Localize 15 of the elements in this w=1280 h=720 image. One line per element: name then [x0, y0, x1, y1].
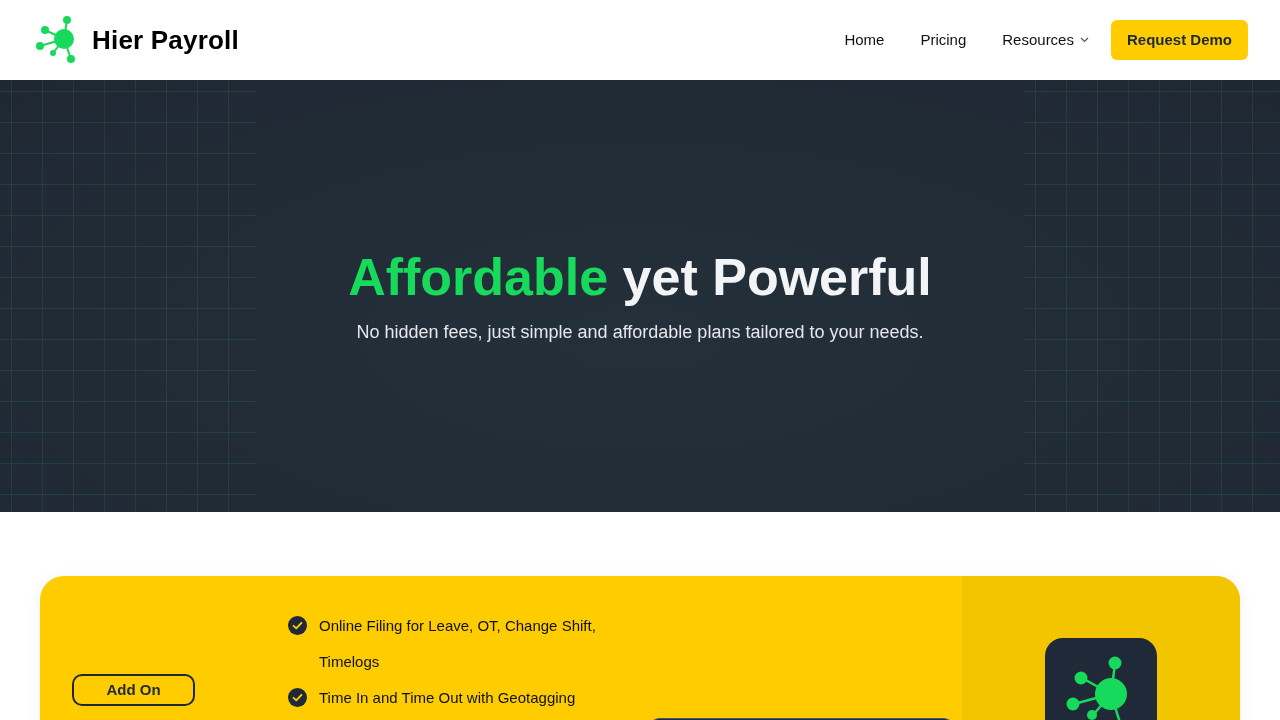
hero-title: Affordable yet Powerful — [348, 247, 932, 309]
add-on-tag[interactable]: Add On — [72, 674, 195, 706]
dropdown-link[interactable]: Resources — [984, 28, 1107, 52]
brand-name[interactable]: Hier Payroll — [92, 20, 239, 60]
feature-text: Online Filing for Leave, OT, Change Shift, Timelogs — [319, 616, 597, 672]
nav-link[interactable]: Home — [826, 28, 903, 52]
chevron-down-icon — [1079, 37, 1089, 43]
logo-icon — [36, 16, 76, 64]
check-circle-icon — [288, 616, 307, 635]
hero-subtitle: No hidden fees, just simple and affordable plans tailored to your needs. — [356, 320, 924, 344]
check-circle-icon — [288, 688, 307, 707]
nav-link[interactable]: Pricing — [902, 28, 985, 52]
request-demo-button[interactable]: Request Demo — [1110, 20, 1248, 60]
app-logo-icon — [1045, 638, 1157, 720]
feature-text: Time In and Time Out with Geotagging — [319, 688, 577, 708]
